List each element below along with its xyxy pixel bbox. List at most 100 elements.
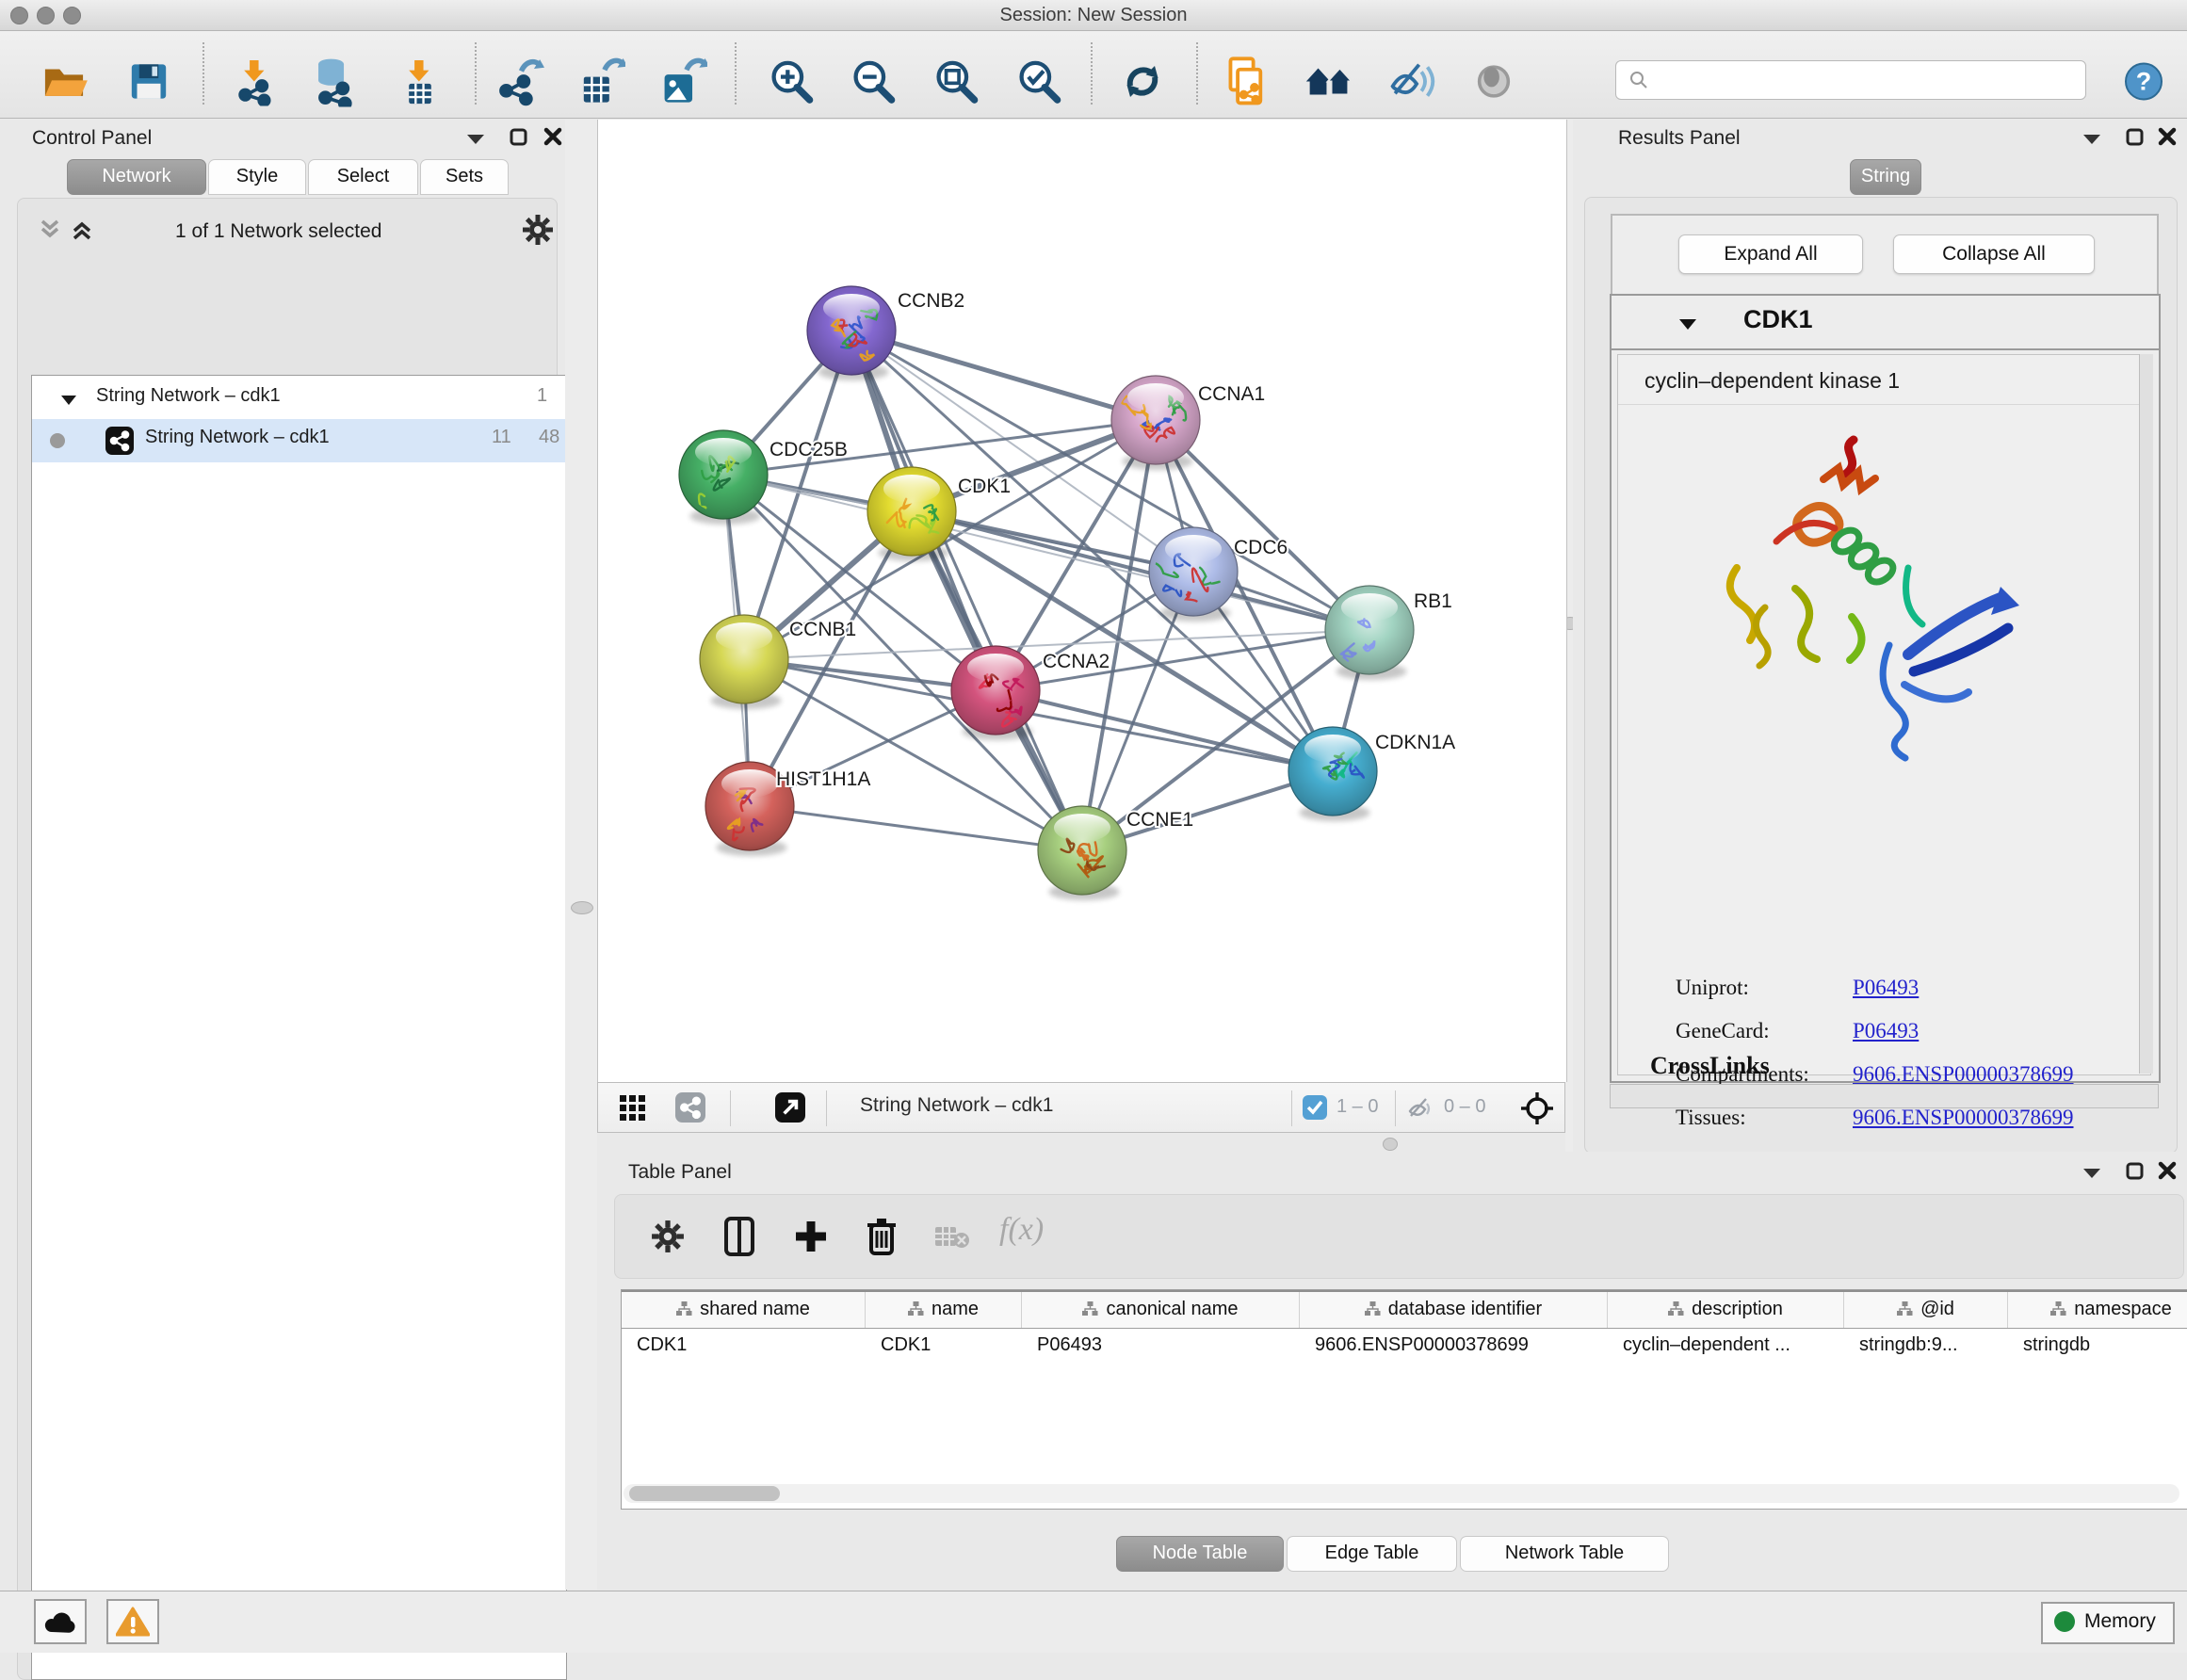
crosslink-value-link[interactable]: 9606.ENSP00000378699 <box>1853 1106 2074 1130</box>
zoom-in-icon[interactable] <box>766 57 817 112</box>
export-image-icon[interactable] <box>656 57 707 112</box>
network-canvas[interactable]: CCNB2CCNA1CDC25BCDK1CDC6RB1CCNB1CCNA2CDK… <box>597 120 1567 1082</box>
float-panel-icon[interactable] <box>2082 1165 2102 1185</box>
network-node-CCNA1[interactable] <box>1111 376 1200 470</box>
results-hscrollbar[interactable] <box>1610 1084 2159 1108</box>
table-cell[interactable]: P06493 <box>1022 1327 1300 1366</box>
export-table-icon[interactable] <box>575 57 625 112</box>
selected-checkbox-icon[interactable] <box>1303 1095 1327 1124</box>
tab-select[interactable]: Select <box>308 159 418 195</box>
collapse-all-button[interactable]: Collapse All <box>1893 234 2095 274</box>
crosslink-value-link[interactable]: P06493 <box>1853 976 1919 1000</box>
column-header-id[interactable]: @id <box>1844 1292 2008 1328</box>
function-builder-icon-disabled: f(x) <box>999 1212 1044 1248</box>
column-header-description[interactable]: description <box>1608 1292 1844 1328</box>
results-vscrollbar[interactable] <box>2139 354 2153 1074</box>
memory-button[interactable]: Memory <box>2041 1602 2175 1644</box>
tab-sets[interactable]: Sets <box>420 159 509 195</box>
delete-column-icon[interactable] <box>864 1216 899 1262</box>
network-options-gear-icon[interactable] <box>522 214 554 250</box>
tab-style[interactable]: Style <box>208 159 306 195</box>
network-row-selected[interactable]: String Network – cdk1 11 48 <box>32 419 566 462</box>
table-cell[interactable]: stringdb <box>2008 1327 2187 1366</box>
warning-button[interactable] <box>106 1599 159 1644</box>
tab-string[interactable]: String <box>1850 159 1921 195</box>
table-header-row[interactable]: shared namenamecanonical namedatabase id… <box>622 1290 2187 1329</box>
expand-all-icon[interactable] <box>68 218 96 247</box>
zoom-selected-icon[interactable] <box>1013 57 1064 112</box>
left-divider-handle[interactable] <box>571 901 593 914</box>
collapse-all-icon[interactable] <box>36 218 64 247</box>
tab-network[interactable]: Network <box>67 159 206 195</box>
crosslink-value-link[interactable]: P06493 <box>1853 1019 1919 1043</box>
column-header-databaseidentifier[interactable]: database identifier <box>1300 1292 1608 1328</box>
network-edge[interactable] <box>851 331 1082 850</box>
network-node-CDC6[interactable] <box>1146 527 1238 622</box>
network-collection-row[interactable]: String Network – cdk1 1 <box>32 381 566 423</box>
hide-glasses-icon[interactable] <box>1385 56 1438 113</box>
network-node-CDK1[interactable] <box>867 467 956 561</box>
open-session-icon[interactable] <box>40 57 89 111</box>
network-node-CDKN1A[interactable] <box>1288 727 1377 821</box>
import-network-icon[interactable] <box>231 57 280 111</box>
network-edge[interactable] <box>996 690 1333 771</box>
current-network-dot-icon <box>49 432 66 455</box>
left-divider[interactable] <box>565 120 597 1590</box>
bottom-divider-handle[interactable] <box>1383 1138 1398 1151</box>
float-panel-icon[interactable] <box>2082 131 2102 151</box>
maximize-panel-icon[interactable] <box>2125 127 2146 153</box>
network-share-gray-icon[interactable] <box>675 1092 705 1127</box>
network-node-CCNE1[interactable] <box>1038 806 1126 900</box>
network-node-CCNB1[interactable] <box>700 615 788 709</box>
tree-expand-icon[interactable] <box>60 391 77 412</box>
close-panel-icon[interactable] <box>2157 1160 2178 1186</box>
maximize-panel-icon[interactable] <box>509 127 529 153</box>
export-network-icon[interactable] <box>494 57 544 112</box>
add-column-icon[interactable] <box>792 1218 830 1260</box>
close-panel-icon[interactable] <box>543 126 563 152</box>
column-header-namespace[interactable]: namespace <box>2008 1292 2187 1328</box>
column-header-sharedname[interactable]: shared name <box>622 1292 866 1328</box>
maximize-panel-icon[interactable] <box>2125 1161 2146 1187</box>
birdseye-toggle-icon[interactable] <box>1519 1090 1555 1131</box>
refresh-icon[interactable] <box>1118 57 1167 111</box>
table-settings-gear-icon[interactable] <box>651 1220 685 1258</box>
import-database-icon[interactable] <box>308 57 359 112</box>
float-panel-icon[interactable] <box>465 131 486 151</box>
help-icon[interactable]: ? <box>2123 61 2164 107</box>
column-header-canonicalname[interactable]: canonical name <box>1022 1292 1300 1328</box>
network-node-RB1[interactable] <box>1325 586 1414 680</box>
birdseye-grid-icon[interactable] <box>619 1094 647 1127</box>
import-table-icon[interactable] <box>396 57 445 111</box>
network-edge[interactable] <box>851 331 1156 420</box>
table-hscrollbar-thumb[interactable] <box>629 1486 780 1501</box>
table-row[interactable]: CDK1CDK1P064939606.ENSP00000378699cyclin… <box>622 1327 2187 1366</box>
table-cell[interactable]: stringdb:9... <box>1844 1327 2008 1366</box>
string-document-icon[interactable] <box>1220 56 1272 113</box>
network-edge[interactable] <box>750 806 1082 850</box>
cloud-button[interactable] <box>34 1599 87 1644</box>
search-input[interactable] <box>1615 60 2086 100</box>
open-external-icon[interactable] <box>775 1092 805 1127</box>
table-cell[interactable]: 9606.ENSP00000378699 <box>1300 1327 1608 1366</box>
table-hscrollbar[interactable] <box>624 1484 2179 1503</box>
hidden-eye-slash-icon[interactable] <box>1406 1094 1434 1127</box>
column-header-name[interactable]: name <box>866 1292 1022 1328</box>
search-icon <box>1628 69 1650 96</box>
table-cell[interactable]: CDK1 <box>622 1327 866 1366</box>
network-node-CDC25B[interactable] <box>679 430 768 525</box>
tab-network-table[interactable]: Network Table <box>1460 1536 1669 1572</box>
homology-houses-icon[interactable] <box>1303 56 1355 113</box>
tab-edge-table[interactable]: Edge Table <box>1287 1536 1457 1572</box>
select-columns-icon[interactable] <box>721 1216 758 1262</box>
zoom-out-icon[interactable] <box>848 57 899 112</box>
tab-node-table[interactable]: Node Table <box>1116 1536 1284 1572</box>
expand-all-button[interactable]: Expand All <box>1678 234 1863 274</box>
network-edge[interactable] <box>912 511 1369 630</box>
zoom-fit-icon[interactable] <box>931 57 981 112</box>
close-panel-icon[interactable] <box>2157 126 2178 152</box>
node-label: CCNE1 <box>1126 809 1193 831</box>
table-cell[interactable]: cyclin–dependent ... <box>1608 1327 1844 1366</box>
save-session-icon[interactable] <box>125 58 172 110</box>
table-cell[interactable]: CDK1 <box>866 1327 1022 1366</box>
